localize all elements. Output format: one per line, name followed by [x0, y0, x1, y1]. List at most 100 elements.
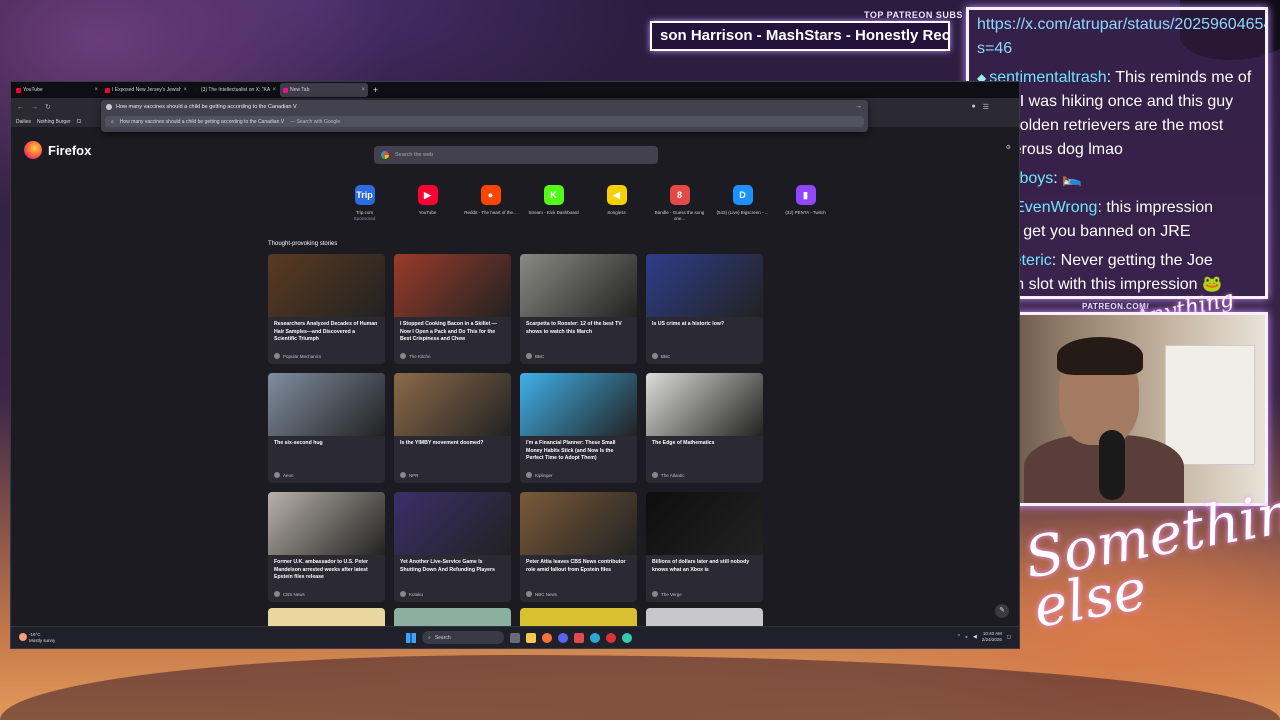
shortcut-icon: ▶: [417, 185, 438, 205]
browser-tab[interactable]: I Exposed New Jersey's Jewish l ×: [102, 83, 190, 97]
shortcut-tile[interactable]: ◀ Songless: [587, 185, 646, 222]
stories-heading: Thought-provoking stories: [268, 241, 338, 247]
story-card[interactable]: The six-second hug Aeon: [268, 373, 385, 483]
source-favicon-icon: [652, 353, 658, 359]
suggestion-text: How many vaccines should a child be gett…: [119, 118, 285, 125]
chat-text: : 🛌: [1053, 170, 1083, 187]
app-icon[interactable]: [622, 632, 632, 643]
story-title: I'm a Financial Planner: These Small Mon…: [526, 440, 616, 461]
bookmark-item[interactable]: Nothing Burger: [37, 119, 71, 125]
app-icon[interactable]: [606, 632, 616, 643]
reload-icon[interactable]: ↻: [45, 103, 51, 111]
customize-icon[interactable]: ⚙: [1006, 144, 1011, 151]
story-card[interactable]: The Edge of Mathematics The Atlantic: [646, 373, 763, 483]
shortcut-title: YouTube: [418, 210, 437, 215]
new-tab-icon[interactable]: +: [373, 85, 378, 95]
story-source-name: Popular Mechanics: [283, 353, 322, 359]
browser-tab[interactable]: (3) The Intellectualist on X: "KA" ×: [191, 83, 279, 97]
search-icon: ⌕: [111, 118, 114, 125]
story-title: The Edge of Mathematics: [652, 440, 715, 446]
taskbar: -16°C Mostly sunny ⌕ Search ^ ◒ ◀ 10:40 A…: [11, 626, 1019, 648]
app-icon[interactable]: [574, 632, 584, 643]
file-explorer-icon[interactable]: [526, 632, 536, 643]
tab-favicon-icon: [105, 87, 110, 93]
source-favicon-icon: [526, 591, 532, 597]
firefox-taskbar-icon[interactable]: [542, 632, 552, 643]
story-source: The Atlantic: [652, 472, 685, 478]
task-view-icon[interactable]: [510, 632, 520, 643]
clock[interactable]: 10:40 AM 2/24/2026: [982, 631, 1002, 643]
shortcut-tile[interactable]: ▮ (32) PENTA - Twitch: [776, 185, 835, 222]
shortcut-icon: ◀: [606, 185, 627, 205]
shortcuts: Trip Trip.com Sponsored ▶ YouTube ● Reddit - T…: [335, 185, 835, 222]
go-arrow-icon[interactable]: →: [855, 103, 862, 110]
chat-url[interactable]: https://x.com/atrupar/status/20259604654…: [977, 16, 1265, 57]
extension-icon[interactable]: ●: [971, 103, 975, 111]
story-source-name: NPR: [409, 472, 419, 478]
close-icon[interactable]: ×: [272, 87, 276, 93]
story-image: [394, 254, 511, 317]
discord-icon[interactable]: [558, 632, 568, 643]
url-input[interactable]: How many vaccines should a child be gett…: [116, 104, 297, 110]
story-source-name: NBC News: [535, 591, 558, 597]
close-icon[interactable]: ×: [361, 87, 365, 93]
shortcut-tile[interactable]: Trip Trip.com Sponsored: [335, 185, 394, 222]
volume-icon[interactable]: ◀: [973, 634, 977, 640]
story-source: Kotaku: [400, 591, 423, 597]
story-title: Billions of dollars later and still nobo…: [652, 559, 750, 573]
story-source-name: Aeon: [283, 472, 294, 478]
shortcut-tile[interactable]: ▶ YouTube: [398, 185, 457, 222]
story-image: [268, 373, 385, 436]
story-card[interactable]: Billions of dollars later and still nobo…: [646, 492, 763, 602]
weather-widget[interactable]: -16°C Mostly sunny: [19, 632, 55, 643]
story-card[interactable]: I Stopped Cooking Bacon in a Skillet — N…: [394, 254, 511, 364]
story-card[interactable]: Former U.K. ambassador to U.S. Peter Man…: [268, 492, 385, 602]
close-icon[interactable]: ×: [94, 87, 98, 93]
story-card[interactable]: Is US crime at a historic low? BBC: [646, 254, 763, 364]
story-card[interactable]: Scarpetta to Rooster: 12 of the best TV …: [520, 254, 637, 364]
patreon-ticker: son Harrison - MashStars - Honestly Reck: [650, 21, 950, 51]
story-image: [646, 492, 763, 555]
taskbar-search[interactable]: ⌕ Search: [422, 631, 504, 644]
shortcut-tile[interactable]: K Stream - Kick Dashboard: [524, 185, 583, 222]
tab-favicon-icon: [16, 87, 21, 93]
notification-icon[interactable]: ◻: [1007, 634, 1011, 640]
tab-favicon-icon: [283, 87, 288, 93]
shortcut-tile[interactable]: D (543) (Live) Bigscreen - ...: [713, 185, 772, 222]
story-source-name: CBS News: [283, 591, 305, 597]
menu-icon[interactable]: ☰: [983, 103, 989, 111]
url-row[interactable]: How many vaccines should a child be gett…: [101, 100, 868, 114]
browser-tab[interactable]: New Tab ×: [280, 83, 368, 97]
windows-start-icon[interactable]: [406, 632, 416, 643]
network-icon[interactable]: ◒: [965, 634, 968, 640]
story-image: [268, 492, 385, 555]
story-source-name: BBC: [535, 353, 545, 359]
newtab-search-input[interactable]: Search the web: [374, 146, 658, 164]
shortcut-icon: 8: [669, 185, 690, 205]
app-icon[interactable]: [590, 632, 600, 643]
chevron-up-icon[interactable]: ^: [958, 634, 960, 640]
story-title: Former U.K. ambassador to U.S. Peter Man…: [274, 559, 368, 580]
close-icon[interactable]: ×: [183, 87, 187, 93]
search-suggestion[interactable]: ⌕ How many vaccines should a child be ge…: [105, 116, 864, 127]
story-card[interactable]: Yet Another Live-Service Game Is Shuttin…: [394, 492, 511, 602]
source-favicon-icon: [274, 591, 280, 597]
story-source: NBC News: [526, 591, 557, 597]
edit-icon[interactable]: ✎: [995, 604, 1009, 618]
back-icon[interactable]: ←: [17, 104, 24, 111]
story-card[interactable]: Researchers Analyzed Decades of Human Ha…: [268, 254, 385, 364]
forward-icon[interactable]: →: [31, 104, 38, 111]
story-card[interactable]: Peter Attia leaves CBS News contributor …: [520, 492, 637, 602]
story-source-name: BBC: [661, 353, 671, 359]
browser-tab[interactable]: YouTube ×: [13, 83, 101, 97]
bookmark-item[interactable]: Dailies: [16, 119, 31, 125]
story-card[interactable]: I'm a Financial Planner: These Small Mon…: [520, 373, 637, 483]
story-image: [394, 492, 511, 555]
shortcut-tile[interactable]: ● Reddit - The heart of the...: [461, 185, 520, 222]
clock-date: 2/24/2026: [981, 637, 1002, 642]
shortcut-tile[interactable]: 8 Bandle - Guess the song one...: [650, 185, 709, 222]
bookmark-item[interactable]: Cl: [77, 119, 82, 125]
url-dropdown: How many vaccines should a child be gett…: [101, 100, 868, 132]
story-card[interactable]: Is the YIMBY movement doomed? NPR: [394, 373, 511, 483]
search-icon: ⌕: [428, 634, 431, 641]
